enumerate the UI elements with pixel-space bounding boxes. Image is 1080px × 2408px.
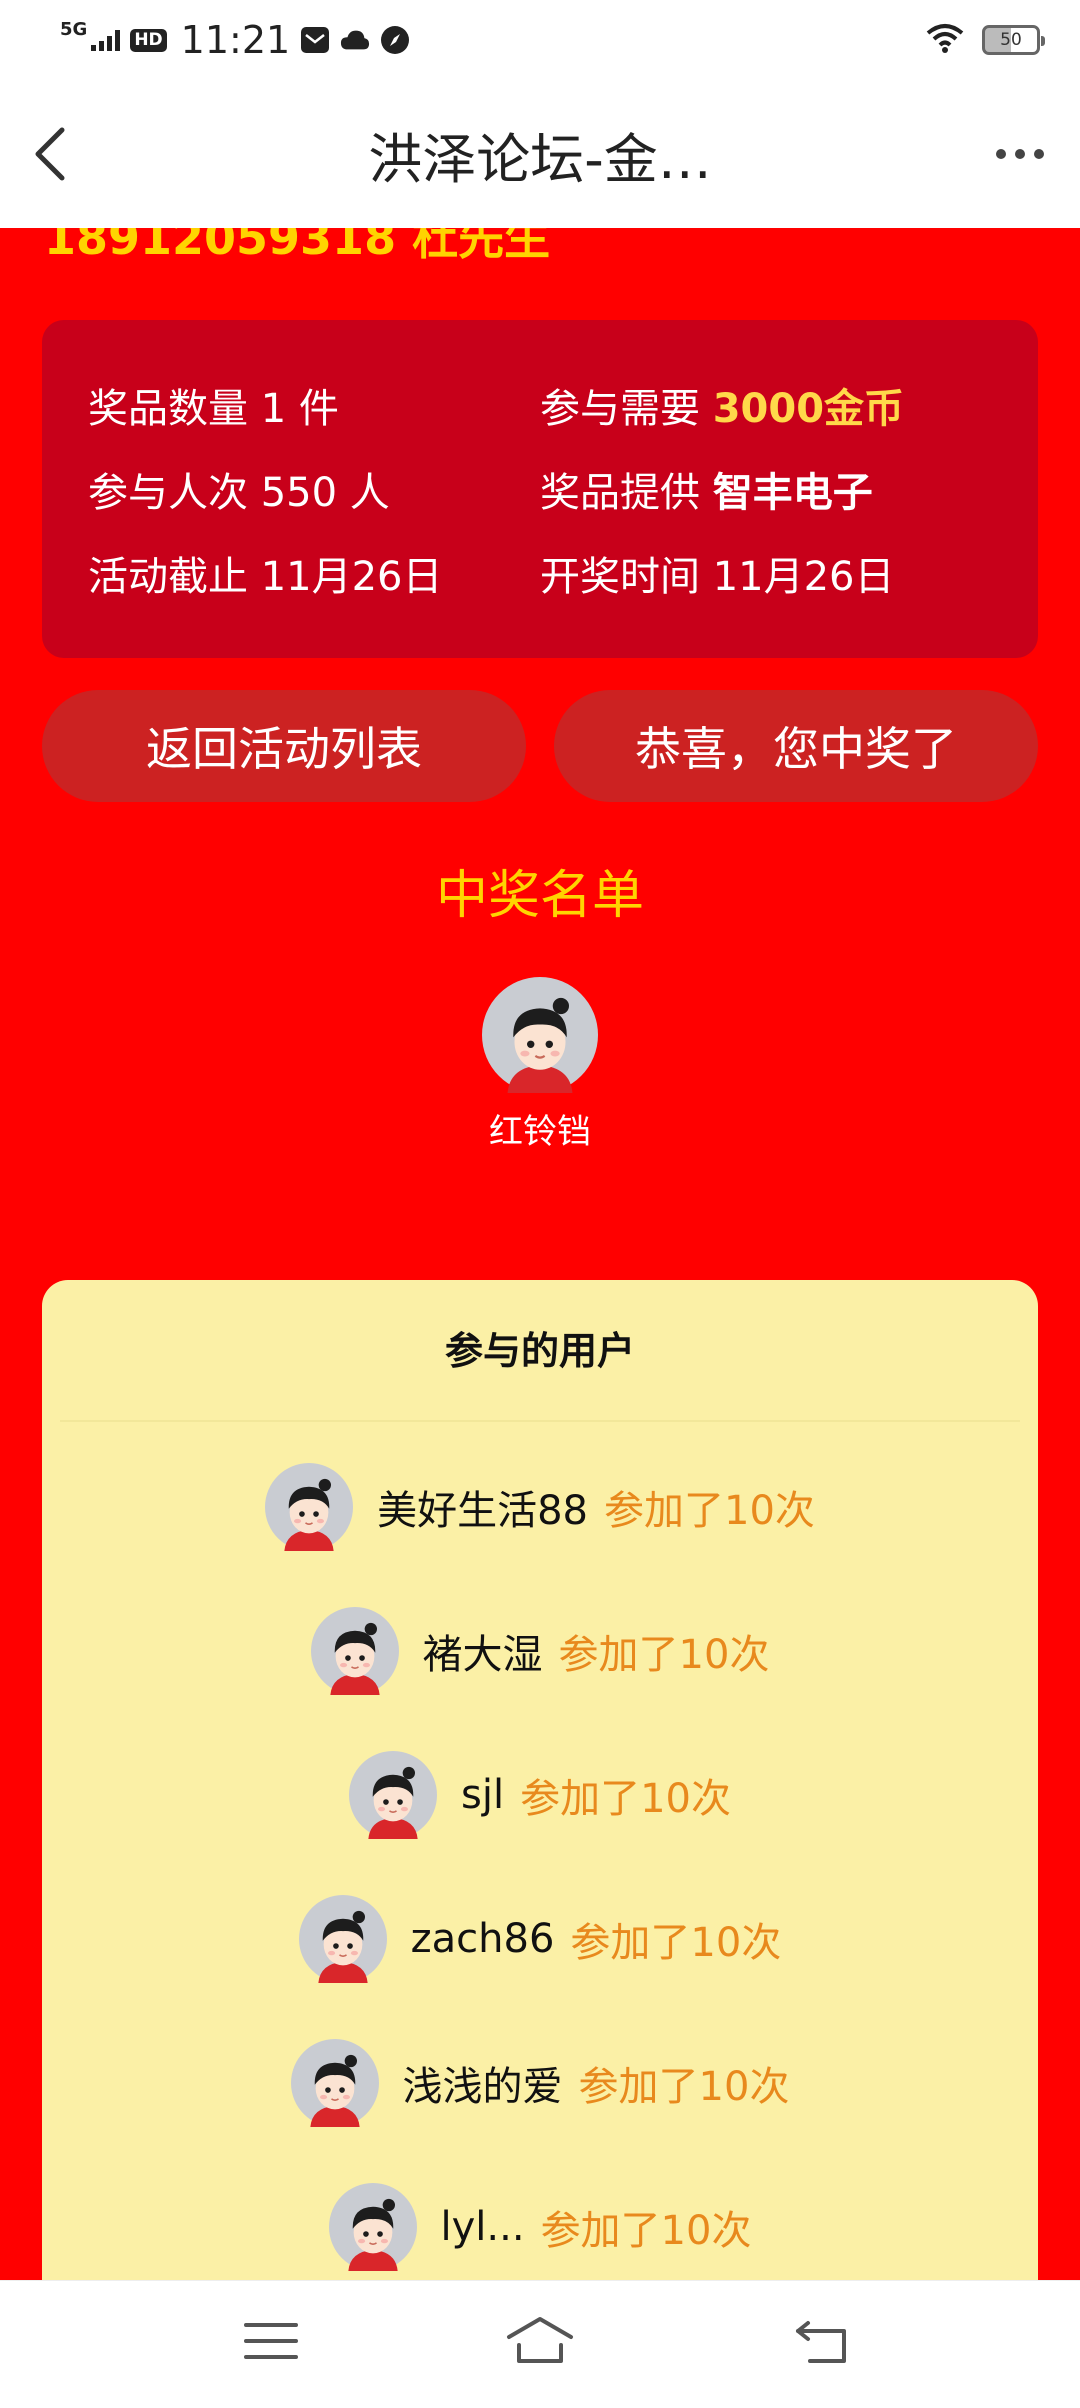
provider: 奖品提供 智丰电子 bbox=[540, 460, 873, 518]
cost-label: 参与需要 bbox=[540, 386, 713, 432]
status-bar: 5G HD 11:21 50 bbox=[0, 0, 1080, 80]
user-name[interactable]: zach86 bbox=[411, 1916, 555, 1962]
more-dots-icon[interactable] bbox=[982, 132, 1058, 176]
participation-count: 参加了10次 bbox=[540, 2208, 752, 2254]
participation-count: 参加了10次 bbox=[520, 1776, 731, 1822]
deadline-text: 活动截止 11月26日 bbox=[88, 554, 443, 600]
back-icon[interactable] bbox=[788, 2311, 858, 2371]
winner-name[interactable]: 红铃铛 bbox=[0, 1104, 1080, 1153]
avatar[interactable] bbox=[265, 1463, 353, 1551]
draw-time: 开奖时间 11月26日 bbox=[540, 544, 895, 602]
participants-title: 参与的用户 bbox=[444, 1329, 635, 1373]
cost: 参与需要 3000金币 bbox=[540, 376, 904, 434]
title-bar: 洪泽论坛-金… bbox=[0, 80, 1080, 228]
clock: 11:21 bbox=[180, 18, 291, 62]
prize-count-text: 奖品数量 1 件 bbox=[88, 386, 339, 432]
provider-value: 智丰电子 bbox=[712, 470, 873, 516]
list-item[interactable]: 浅浅的爱 参加了10次 bbox=[42, 2038, 1038, 2128]
deadline: 活动截止 11月26日 bbox=[88, 544, 443, 602]
page-title: 洪泽论坛-金… bbox=[368, 127, 712, 191]
mail-icon bbox=[300, 25, 330, 55]
avatar[interactable] bbox=[291, 2039, 379, 2127]
back-arrow-icon[interactable] bbox=[22, 122, 86, 186]
list-item[interactable]: 美好生活88 参加了10次 bbox=[42, 1462, 1038, 1552]
network-type: 5G bbox=[60, 19, 88, 40]
participation-count: 参加了10次 bbox=[604, 1488, 815, 1534]
participants-card: 参与的用户 美好生活88 参加了10次 褚大湿 参加了10次 sjl 参加了10… bbox=[42, 1280, 1038, 2280]
list-item[interactable]: 褚大湿 参加了10次 bbox=[42, 1606, 1038, 1696]
list-item[interactable]: lyl... 参加了10次 bbox=[42, 2182, 1038, 2272]
draw-time-text: 开奖时间 11月26日 bbox=[540, 554, 895, 600]
user-name[interactable]: sjl bbox=[461, 1772, 504, 1818]
list-item[interactable]: zach86 参加了10次 bbox=[42, 1894, 1038, 1984]
avatar[interactable] bbox=[299, 1895, 387, 1983]
avatar[interactable] bbox=[329, 2183, 417, 2271]
participation-count: 参加了10次 bbox=[558, 1632, 770, 1678]
congrats-button[interactable]: 恭喜，您中奖了 bbox=[554, 690, 1038, 802]
activity-info-card: 奖品数量 1 件 参与需要 3000金币 参与人次 550 人 奖品提供 智丰电… bbox=[42, 320, 1038, 658]
contact-info: 18912059318 杜先生 bbox=[44, 228, 551, 265]
cost-value: 3000金币 bbox=[712, 386, 905, 432]
status-left: 5G HD 11:21 bbox=[60, 18, 410, 62]
participants-count: 参与人次 550 人 bbox=[88, 460, 390, 518]
battery-level: 50 bbox=[1000, 30, 1022, 50]
provider-label: 奖品提供 bbox=[540, 470, 713, 516]
participation-count: 参加了10次 bbox=[578, 2064, 790, 2110]
home-icon[interactable] bbox=[505, 2311, 575, 2371]
divider bbox=[60, 1420, 1020, 1422]
list-item[interactable]: sjl 参加了10次 bbox=[42, 1750, 1038, 1840]
page-content: 18912059318 杜先生 奖品数量 1 件 参与需要 3000金币 参与人… bbox=[0, 228, 1080, 2280]
compass-icon bbox=[380, 25, 410, 55]
user-name[interactable]: 浅浅的爱 bbox=[403, 2054, 563, 2112]
user-name[interactable]: 褚大湿 bbox=[423, 1622, 543, 1680]
avatar[interactable] bbox=[311, 1607, 399, 1695]
back-to-list-button[interactable]: 返回活动列表 bbox=[42, 690, 526, 802]
menu-icon[interactable] bbox=[236, 2311, 306, 2371]
battery-icon: 50 bbox=[982, 25, 1045, 55]
system-navigation-bar bbox=[0, 2280, 1080, 2408]
user-name[interactable]: lyl... bbox=[441, 2204, 525, 2250]
wifi-icon bbox=[926, 23, 964, 57]
avatar[interactable] bbox=[349, 1751, 437, 1839]
signal-icon bbox=[91, 29, 121, 51]
hd-badge: HD bbox=[130, 28, 167, 52]
participation-count: 参加了10次 bbox=[570, 1920, 782, 1966]
winner-avatar[interactable] bbox=[482, 977, 598, 1093]
user-name[interactable]: 美好生活88 bbox=[377, 1478, 588, 1536]
cloud-icon bbox=[340, 25, 370, 55]
winners-title: 中奖名单 bbox=[435, 866, 644, 926]
status-right: 50 bbox=[926, 23, 1045, 57]
prize-count: 奖品数量 1 件 bbox=[88, 376, 339, 434]
participants-count-text: 参与人次 550 人 bbox=[88, 470, 390, 516]
